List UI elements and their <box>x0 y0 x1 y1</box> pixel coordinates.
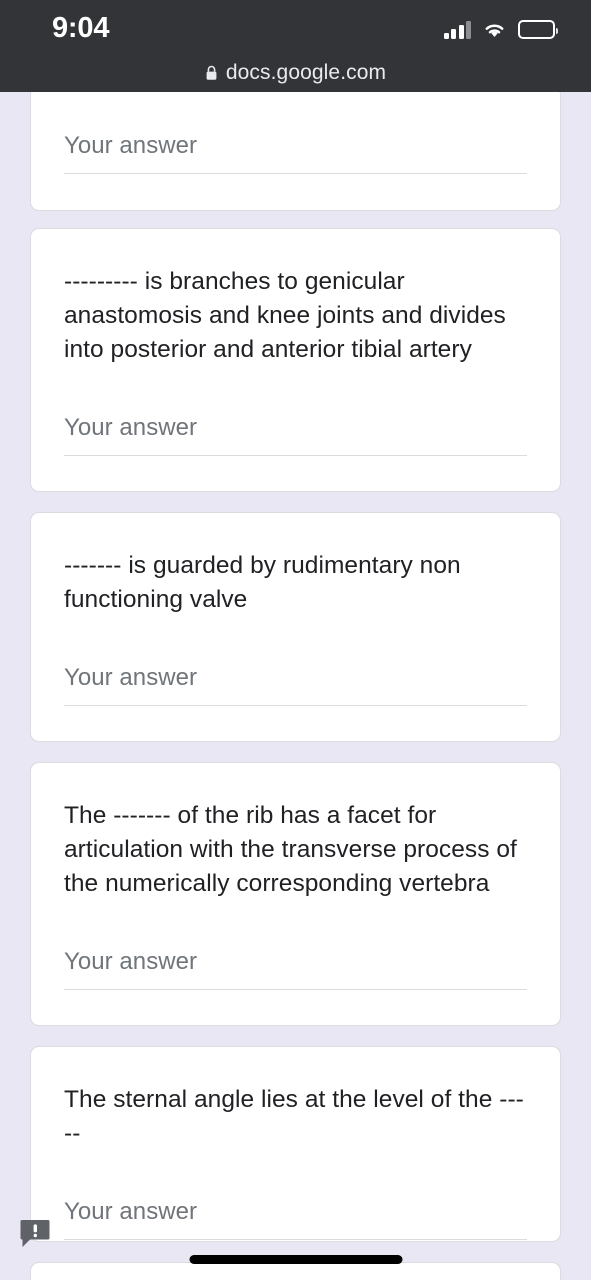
answer-placeholder: Your answer <box>64 414 198 441</box>
answer-placeholder: Your answer <box>64 1198 198 1225</box>
form-scroll-area[interactable]: Your answer --------- is branches to gen… <box>0 86 591 1280</box>
answer-placeholder: Your answer <box>64 948 198 975</box>
feedback-speech-bubble-icon[interactable] <box>18 1216 54 1252</box>
question-card-genicular-anastomosis: --------- is branches to genicular anast… <box>30 228 561 492</box>
url-text: docs.google.com <box>225 61 387 84</box>
status-bar-time: 9:04 <box>52 12 110 44</box>
answer-placeholder: Your answer <box>64 664 198 691</box>
answer-field[interactable]: Your answer <box>64 1195 527 1240</box>
url-bar[interactable]: docs.google.com <box>0 54 591 92</box>
status-bar-indicators <box>443 16 558 39</box>
wifi-icon <box>482 20 507 39</box>
answer-underline <box>64 989 527 990</box>
answer-underline <box>64 1239 527 1240</box>
question-text: ------- is guarded by rudimentary non fu… <box>64 552 468 613</box>
lock-icon <box>205 65 218 81</box>
browser-chrome: 9:04 docs.google.com <box>0 0 591 92</box>
answer-underline <box>64 455 527 456</box>
question-card-rib-facet: The ------- of the rib has a facet for a… <box>30 762 561 1026</box>
cellular-signal-icon <box>443 20 471 39</box>
question-card-partial-top: Your answer <box>30 86 561 211</box>
answer-field[interactable]: Your answer <box>64 91 527 174</box>
question-card-rudimentary-valve: ------- is guarded by rudimentary non fu… <box>30 512 561 742</box>
answer-underline <box>64 705 527 706</box>
answer-field[interactable]: Your answer <box>64 661 527 706</box>
answer-placeholder: Your answer <box>64 132 198 159</box>
battery-icon <box>518 19 558 39</box>
home-indicator <box>189 1255 402 1264</box>
mobile-browser-screen: 9:04 docs.google.com Your answer -------… <box>0 0 591 1280</box>
answer-field[interactable]: Your answer <box>64 945 527 990</box>
question-text: The ------- of the rib has a facet for a… <box>64 802 524 897</box>
question-card-partial-bottom <box>30 1262 561 1280</box>
question-text: The sternal angle lies at the level of t… <box>64 1086 524 1147</box>
question-card-sternal-angle: The sternal angle lies at the level of t… <box>30 1046 561 1242</box>
status-bar: 9:04 <box>0 0 591 54</box>
answer-underline <box>64 173 527 174</box>
answer-field[interactable]: Your answer <box>64 411 527 456</box>
question-text: --------- is branches to genicular anast… <box>64 268 513 363</box>
